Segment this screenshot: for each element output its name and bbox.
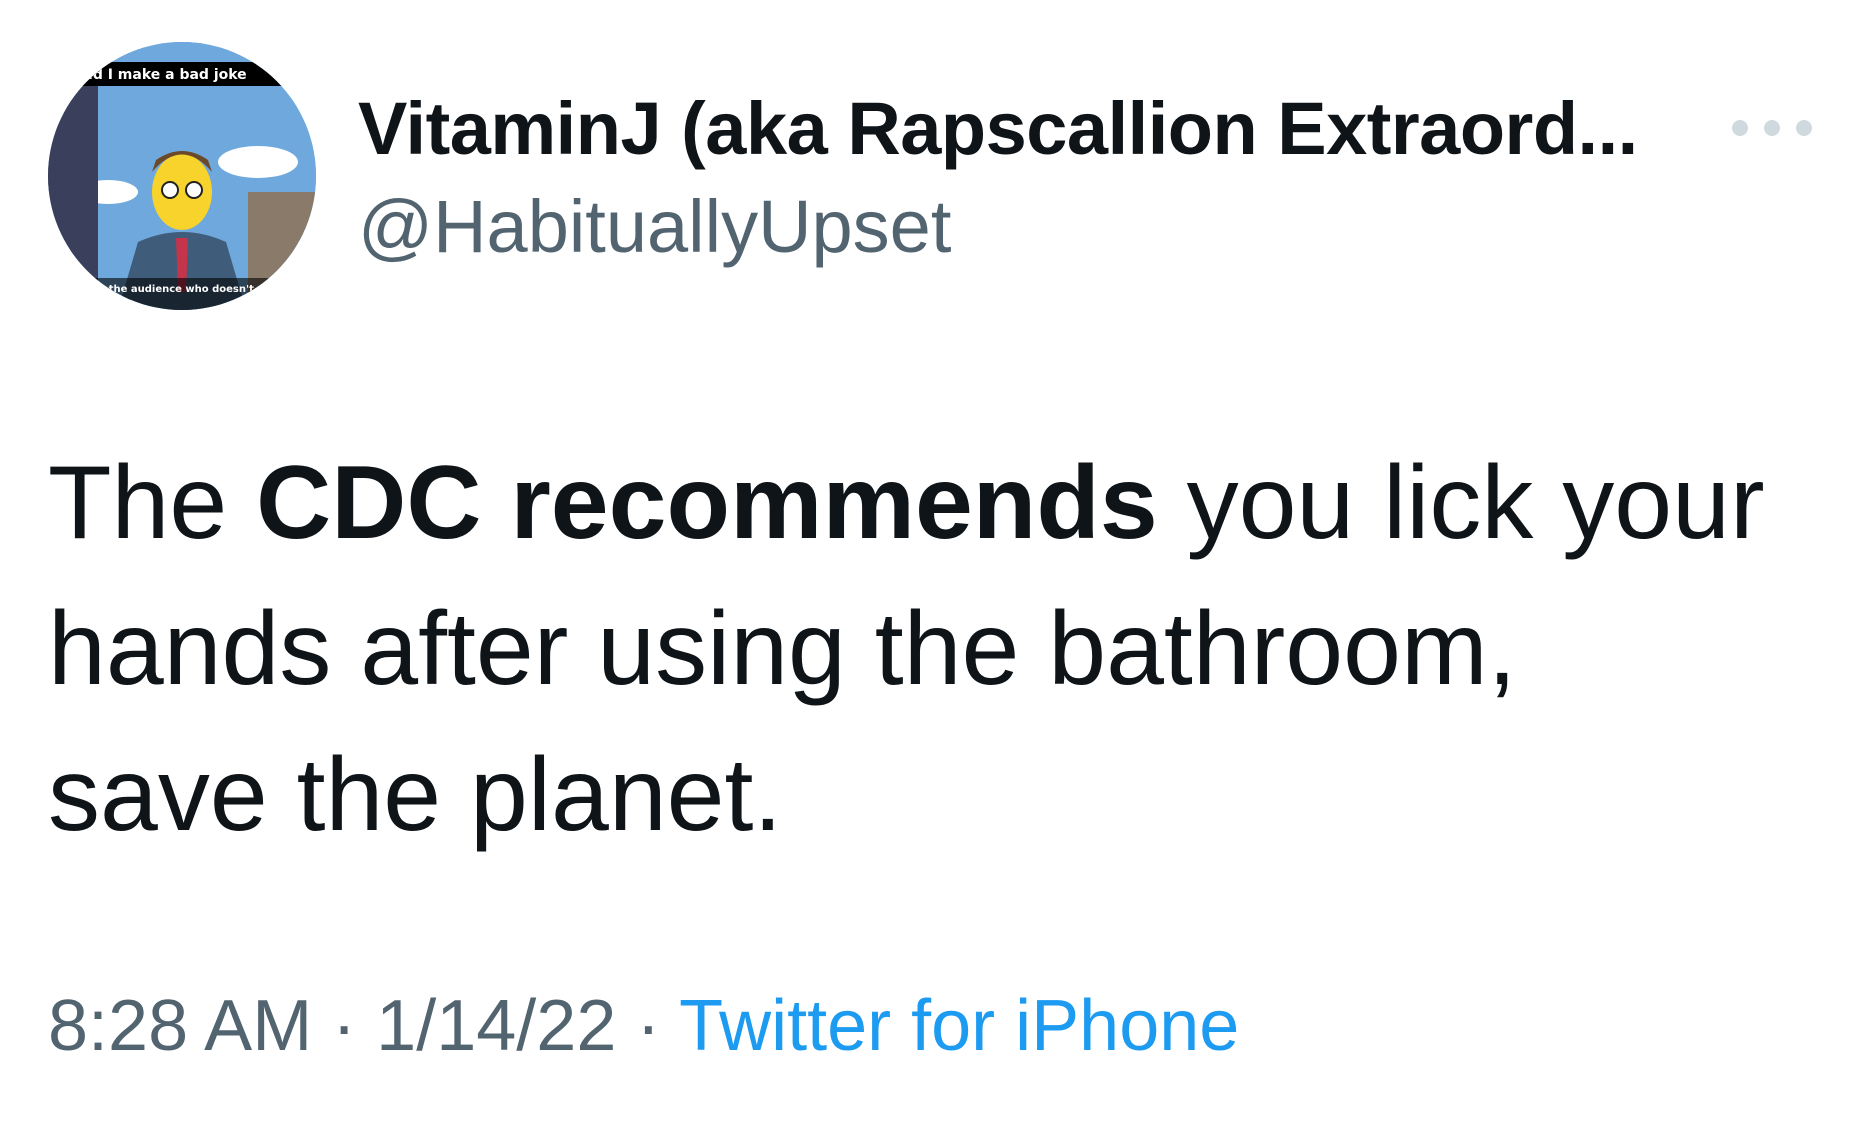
more-options-button[interactable]: [1732, 110, 1812, 146]
ellipsis-icon: [1732, 120, 1748, 136]
tweet: did I make a bad joke it's the audience …: [0, 0, 1870, 1125]
author-display-name[interactable]: VitaminJ (aka Rapscallion Extraord...: [358, 92, 1638, 166]
avatar-image: did I make a bad joke it's the audience …: [48, 42, 316, 310]
tweet-time[interactable]: 8:28 AM: [48, 986, 312, 1066]
tweet-meta: 8:28 AM · 1/14/22 · Twitter for iPhone: [48, 990, 1239, 1062]
ellipsis-icon: [1764, 120, 1780, 136]
tweet-text-prefix: The: [48, 445, 257, 561]
tweet-source-link[interactable]: Twitter for iPhone: [679, 986, 1239, 1066]
avatar-caption-top: did I make a bad joke: [78, 67, 247, 83]
tweet-date[interactable]: 1/14/22: [376, 986, 616, 1066]
tweet-text: The CDC recommends you lick your hands a…: [48, 430, 1838, 868]
avatar-caption-bottom: it's the audience who doesn't get my com…: [88, 284, 316, 295]
meta-separator: ·: [312, 986, 377, 1066]
avatar[interactable]: did I make a bad joke it's the audience …: [48, 42, 316, 310]
ellipsis-icon: [1796, 120, 1812, 136]
tweet-text-line-3: save the planet.: [48, 737, 783, 853]
tweet-text-suffix: you lick your: [1157, 445, 1765, 561]
tweet-text-line-1: The CDC recommends you lick your: [48, 430, 1838, 576]
meta-separator: ·: [616, 986, 680, 1066]
tweet-text-bold: CDC recommends: [256, 445, 1158, 561]
tweet-text-line-2: hands after using the bathroom,: [48, 591, 1517, 707]
author-handle[interactable]: @HabituallyUpset: [358, 190, 951, 264]
